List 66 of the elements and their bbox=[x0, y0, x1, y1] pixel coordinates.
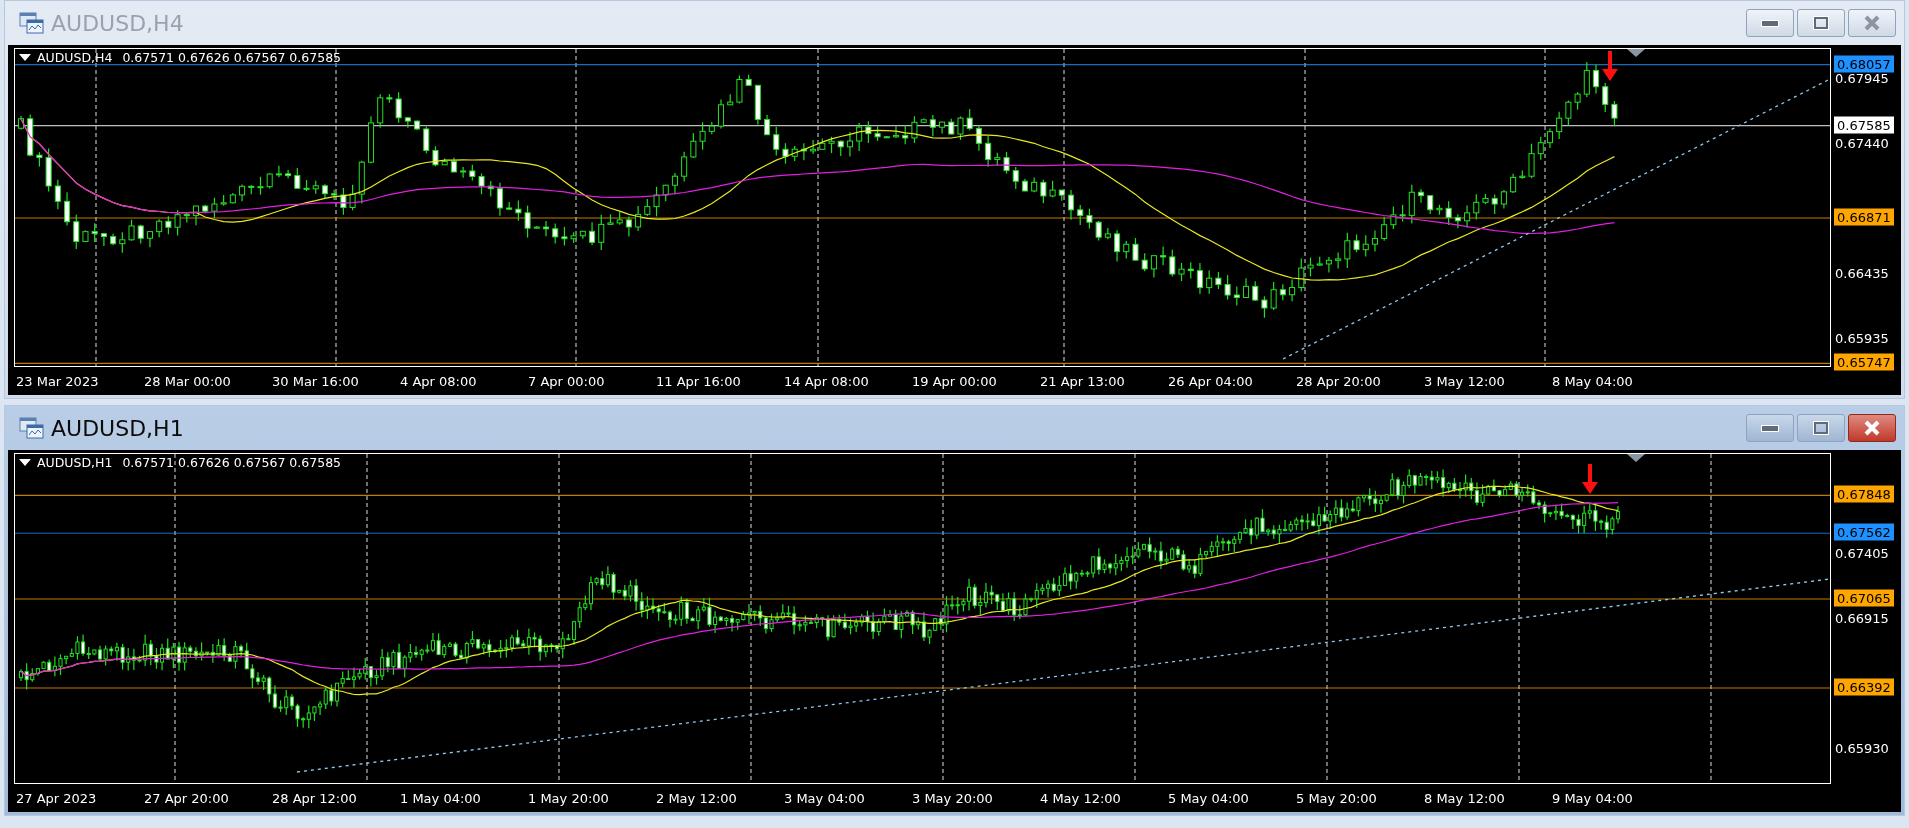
time-axis-label: 3 May 12:00 bbox=[1424, 373, 1506, 389]
minimize-icon bbox=[1761, 424, 1779, 432]
time-axis-label: 9 May 04:00 bbox=[1552, 790, 1634, 806]
time-axis-label: 7 Apr 00:00 bbox=[528, 373, 606, 389]
time-axis-label: 4 Apr 08:00 bbox=[400, 373, 478, 389]
down-arrow-icon bbox=[1602, 51, 1618, 81]
time-axis-label: 3 May 20:00 bbox=[912, 790, 994, 806]
symbol-label: AUDUSD,H4 bbox=[37, 50, 113, 65]
chart-window-icon bbox=[19, 11, 45, 35]
shift-marker-icon bbox=[1627, 49, 1645, 57]
window-title: AUDUSD,H1 bbox=[51, 415, 184, 441]
time-axis-label: 8 May 04:00 bbox=[1552, 373, 1634, 389]
window-title: AUDUSD,H4 bbox=[51, 10, 184, 36]
symbol-label: AUDUSD,H1 bbox=[37, 455, 113, 470]
time-axis-label: 1 May 20:00 bbox=[528, 790, 610, 806]
price-tag: 0.67562 bbox=[1834, 523, 1894, 541]
time-axis-label: 1 May 04:00 bbox=[400, 790, 482, 806]
time-axis-label: 19 Apr 00:00 bbox=[912, 373, 998, 389]
price-values: 0.67571 0.67626 0.67567 0.67585 bbox=[122, 50, 342, 65]
price-tag: 0.68057 bbox=[1834, 55, 1894, 73]
price-tick-label: 0.65930 bbox=[1835, 740, 1889, 756]
price-tick-label: 0.66915 bbox=[1835, 610, 1889, 626]
time-axis-label: 28 Mar 00:00 bbox=[144, 373, 232, 389]
time-axis-label: 26 Apr 04:00 bbox=[1168, 373, 1254, 389]
chart-window-icon bbox=[19, 416, 45, 440]
time-axis-label: 27 Apr 2023 bbox=[16, 790, 98, 806]
down-arrow-icon bbox=[1582, 464, 1598, 494]
price-tick-label: 0.66435 bbox=[1835, 265, 1889, 281]
time-axis-label: 4 May 12:00 bbox=[1040, 790, 1122, 806]
price-tag: 0.66392 bbox=[1834, 678, 1894, 696]
price-tick-label: 0.65935 bbox=[1835, 330, 1889, 346]
time-axis-label: 28 Apr 12:00 bbox=[272, 790, 358, 806]
time-axis-label: 28 Apr 20:00 bbox=[1296, 373, 1382, 389]
time-axis-label: 14 Apr 08:00 bbox=[784, 373, 870, 389]
close-icon bbox=[1863, 15, 1881, 31]
minimize-icon bbox=[1761, 19, 1779, 27]
time-axis-label: 30 Mar 16:00 bbox=[272, 373, 360, 389]
dropdown-triangle-icon[interactable] bbox=[19, 459, 31, 466]
close-button[interactable] bbox=[1848, 414, 1896, 442]
price-tag: 0.67848 bbox=[1834, 485, 1894, 503]
price-tick-label: 0.67945 bbox=[1835, 70, 1889, 86]
time-axis-label: 27 Apr 20:00 bbox=[144, 790, 230, 806]
shift-marker-icon bbox=[1627, 454, 1645, 462]
price-tick-label: 0.67440 bbox=[1835, 135, 1889, 151]
maximize-button[interactable] bbox=[1797, 414, 1845, 442]
time-axis-label: 21 Apr 13:00 bbox=[1040, 373, 1126, 389]
time-axis-label: 23 Mar 2023 bbox=[16, 373, 100, 389]
minimize-button[interactable] bbox=[1746, 9, 1794, 37]
minimize-button[interactable] bbox=[1746, 414, 1794, 442]
time-axis-label: 5 May 20:00 bbox=[1296, 790, 1378, 806]
price-tag: 0.67585 bbox=[1834, 116, 1894, 134]
price-values: 0.67571 0.67626 0.67567 0.67585 bbox=[122, 455, 342, 470]
time-axis-label: 2 May 12:00 bbox=[656, 790, 738, 806]
dropdown-triangle-icon[interactable] bbox=[19, 54, 31, 61]
price-tick-label: 0.67405 bbox=[1835, 545, 1889, 561]
time-axis-label: 5 May 04:00 bbox=[1168, 790, 1250, 806]
maximize-icon bbox=[1814, 422, 1828, 434]
price-tag: 0.66871 bbox=[1834, 208, 1894, 226]
maximize-icon bbox=[1814, 17, 1828, 29]
price-tag: 0.65747 bbox=[1834, 353, 1894, 371]
time-axis-label: 8 May 12:00 bbox=[1424, 790, 1506, 806]
maximize-button[interactable] bbox=[1797, 9, 1845, 37]
close-icon bbox=[1863, 420, 1881, 436]
time-axis-label: 3 May 04:00 bbox=[784, 790, 866, 806]
price-tag: 0.67065 bbox=[1834, 589, 1894, 607]
time-axis-label: 11 Apr 16:00 bbox=[656, 373, 742, 389]
